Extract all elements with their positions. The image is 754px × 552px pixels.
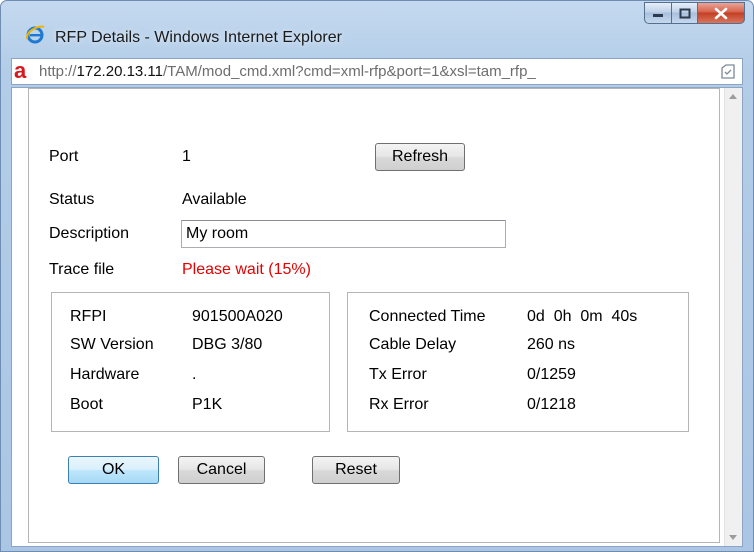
rfpi-label: RFPI [70, 308, 107, 325]
description-label: Description [49, 225, 130, 242]
rfpi-value: 901500A020 [192, 308, 283, 325]
compatibility-view-icon[interactable] [720, 63, 736, 80]
browser-window: RFP Details - Windows Internet Explorer … [0, 0, 754, 552]
port-label: Port [49, 148, 79, 165]
close-button[interactable] [698, 2, 745, 24]
cancel-button[interactable]: Cancel [178, 456, 265, 484]
minimize-icon [653, 14, 663, 17]
tx-error-value: 0/1259 [527, 366, 576, 383]
ok-button[interactable]: OK [68, 456, 159, 484]
internet-explorer-icon [26, 25, 45, 44]
cable-delay-label: Cable Delay [369, 336, 457, 353]
scroll-down-arrow-icon[interactable] [729, 535, 737, 540]
url-path: /TAM/mod_cmd.xml?cmd=xml-rfp&port=1&xsl=… [163, 63, 536, 80]
window-title: RFP Details - Windows Internet Explorer [55, 29, 342, 46]
hardware-label: Hardware [70, 366, 140, 383]
close-icon [714, 7, 728, 19]
refresh-button[interactable]: Refresh [375, 143, 465, 171]
address-bar[interactable]: a http://172.20.13.11/TAM/mod_cmd.xml?cm… [11, 58, 743, 85]
connected-time-value: 0d 0h 0m 40s [527, 308, 638, 325]
vertical-scrollbar[interactable] [724, 88, 742, 546]
reset-button[interactable]: Reset [312, 456, 400, 484]
rfp-details-panel: Port 1 Refresh Status Available Descript… [28, 88, 720, 543]
status-label: Status [49, 191, 95, 208]
tx-error-label: Tx Error [369, 366, 427, 383]
trace-file-status: Please wait (15%) [182, 261, 311, 278]
site-favicon: a [14, 58, 27, 83]
port-value: 1 [182, 148, 191, 165]
rx-error-value: 0/1218 [527, 396, 576, 413]
sw-version-label: SW Version [70, 336, 154, 353]
page-content: Port 1 Refresh Status Available Descript… [11, 87, 743, 547]
trace-file-label: Trace file [49, 261, 115, 278]
maximize-icon [679, 8, 690, 18]
rx-error-label: Rx Error [369, 396, 429, 413]
connected-time-label: Connected Time [369, 308, 486, 325]
minimize-button[interactable] [644, 2, 672, 24]
description-input[interactable] [181, 220, 506, 248]
sw-version-value: DBG 3/80 [192, 336, 263, 353]
url-host: 172.20.13.11 [76, 63, 164, 80]
maximize-button[interactable] [672, 2, 698, 24]
connection-info-box: Connected Time 0d 0h 0m 40s Cable Delay … [347, 292, 689, 432]
status-value: Available [182, 191, 247, 208]
scroll-up-arrow-icon[interactable] [729, 94, 737, 99]
address-url[interactable]: http://172.20.13.11/TAM/mod_cmd.xml?cmd=… [39, 63, 536, 80]
hardware-value: . [192, 366, 197, 383]
rfp-info-box: RFPI 901500A020 SW Version DBG 3/80 Hard… [51, 292, 330, 432]
title-bar[interactable]: RFP Details - Windows Internet Explorer [1, 1, 753, 49]
window-controls [644, 2, 745, 24]
url-prefix: http:// [39, 63, 77, 80]
boot-label: Boot [70, 396, 103, 413]
boot-value: P1K [192, 396, 223, 413]
cable-delay-value: 260 ns [527, 336, 576, 353]
